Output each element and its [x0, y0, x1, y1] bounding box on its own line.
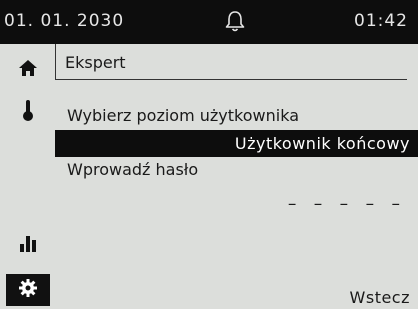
device-screen: 01. 01. 2030 01:42 Ekspert Wybierz pozio…	[0, 0, 418, 309]
status-time: 01:42	[354, 11, 408, 31]
sidebar-item-temperature[interactable]	[6, 96, 50, 128]
sidebar	[0, 44, 55, 309]
sidebar-item-statistics[interactable]	[6, 229, 50, 261]
status-bar: 01. 01. 2030 01:42	[0, 0, 418, 44]
bar-chart-icon	[18, 234, 38, 256]
user-level-label: Wybierz poziom użytkownika	[67, 106, 299, 125]
sidebar-item-settings[interactable]	[6, 274, 50, 306]
main-content: Ekspert Wybierz poziom użytkownika Użytk…	[55, 44, 418, 309]
back-button[interactable]: Wstecz	[350, 288, 410, 307]
sidebar-item-home[interactable]	[6, 54, 50, 86]
gear-icon	[18, 278, 38, 302]
bell-icon[interactable]	[224, 9, 246, 33]
password-label: Wprowadź hasło	[67, 160, 199, 179]
title-divider	[55, 79, 407, 80]
thermometer-icon	[21, 98, 35, 126]
section-title: Ekspert	[65, 53, 126, 72]
password-field[interactable]: – – – – –	[288, 194, 406, 214]
user-level-value: Użytkownik końcowy	[234, 134, 410, 153]
title-divider-vertical	[55, 44, 56, 80]
user-level-select[interactable]: Użytkownik końcowy	[55, 130, 418, 157]
status-date: 01. 01. 2030	[4, 11, 125, 31]
home-icon	[18, 58, 38, 82]
